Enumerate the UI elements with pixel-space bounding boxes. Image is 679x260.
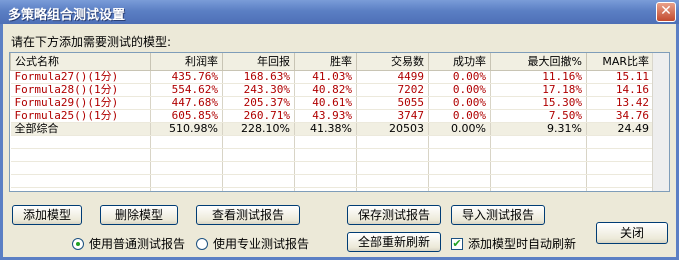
checkmark-icon: ✔ [451, 236, 463, 250]
cell-trades: 7202 [356, 83, 429, 97]
table-row[interactable]: Formula25()(1分) 605.85% 260.71% 43.93% 3… [10, 109, 654, 123]
normal-report-label: 使用普通测试报告 [89, 237, 186, 251]
model-table[interactable]: 公式名称 利润率 年回报 胜率 交易数 成功率 最大回撤% MAR比率 Form… [9, 52, 670, 192]
auto-refresh-label: 添加模型时自动刷新 [468, 237, 577, 251]
delete-model-button[interactable]: 删除模型 [100, 205, 178, 225]
radio-selected-icon [72, 237, 84, 250]
cell-drawdown: 11.16% [490, 70, 587, 84]
cell-annual: 243.30% [222, 83, 295, 97]
col-header-drawdown[interactable]: 最大回撤% [490, 53, 587, 71]
empty-row [10, 187, 654, 191]
cell-name: Formula29()(1分) [10, 96, 151, 110]
window-title: 多策略组合测试设置 [8, 8, 126, 23]
cell-annual: 260.71% [222, 109, 295, 123]
empty-row [10, 161, 654, 175]
cell-profit: 554.62% [150, 83, 223, 97]
cell-success: 0.00% [428, 122, 491, 136]
summary-row[interactable]: 全部综合 510.98% 228.10% 41.38% 20503 0.00% … [10, 122, 654, 136]
col-header-mar[interactable]: MAR比率 [586, 53, 654, 71]
cell-drawdown: 7.50% [490, 109, 587, 123]
cell-name: Formula27()(1分) [10, 70, 151, 84]
cell-mar: 14.16 [586, 83, 654, 97]
cell-success: 0.00% [428, 109, 491, 123]
cell-mar: 34.76 [586, 109, 654, 123]
col-header-success[interactable]: 成功率 [428, 53, 491, 71]
cell-profit: 447.68% [150, 96, 223, 110]
cell-success: 0.00% [428, 70, 491, 84]
close-button[interactable]: 关闭 [596, 222, 668, 244]
cell-mar: 15.11 [586, 70, 654, 84]
cell-profit: 510.98% [150, 122, 223, 136]
empty-row [10, 174, 654, 188]
cell-success: 0.00% [428, 96, 491, 110]
cell-annual: 228.10% [222, 122, 295, 136]
title-bar: 多策略组合测试设置 ✕ [0, 0, 679, 24]
cell-trades: 3747 [356, 109, 429, 123]
cell-drawdown: 9.31% [490, 122, 587, 136]
col-header-trades[interactable]: 交易数 [356, 53, 429, 71]
cell-winrate: 43.93% [294, 109, 357, 123]
empty-row [10, 148, 654, 162]
auto-refresh-checkbox[interactable]: ✔ 添加模型时自动刷新 [451, 235, 576, 252]
col-header-name[interactable]: 公式名称 [10, 53, 151, 71]
pro-report-radio[interactable]: 使用专业测试报告 [196, 235, 309, 252]
table-header: 公式名称 利润率 年回报 胜率 交易数 成功率 最大回撤% MAR比率 [10, 53, 654, 71]
table-row[interactable]: Formula28()(1分) 554.62% 243.30% 40.82% 7… [10, 83, 654, 97]
cell-drawdown: 15.30% [490, 96, 587, 110]
cell-name: Formula25()(1分) [10, 109, 151, 123]
add-model-button[interactable]: 添加模型 [12, 205, 82, 225]
view-report-button[interactable]: 查看测试报告 [196, 205, 300, 225]
save-report-button[interactable]: 保存测试报告 [347, 205, 441, 225]
cell-winrate: 41.03% [294, 70, 357, 84]
cell-winrate: 40.82% [294, 83, 357, 97]
cell-success: 0.00% [428, 83, 491, 97]
cell-trades: 20503 [356, 122, 429, 136]
cell-name: Formula28()(1分) [10, 83, 151, 97]
cell-trades: 5055 [356, 96, 429, 110]
col-header-winrate[interactable]: 胜率 [294, 53, 357, 71]
cell-profit: 435.76% [150, 70, 223, 84]
normal-report-radio[interactable]: 使用普通测试报告 [72, 235, 185, 252]
cell-annual: 205.37% [222, 96, 295, 110]
cell-mar: 24.49 [586, 122, 654, 136]
vertical-scrollbar[interactable] [652, 53, 669, 191]
cell-name: 全部综合 [10, 122, 151, 136]
import-report-button[interactable]: 导入测试报告 [451, 205, 545, 225]
radio-unselected-icon [196, 237, 208, 250]
cell-profit: 605.85% [150, 109, 223, 123]
col-header-annual[interactable]: 年回报 [222, 53, 295, 71]
table-row[interactable]: Formula27()(1分) 435.76% 168.63% 41.03% 4… [10, 70, 654, 84]
empty-row [10, 135, 654, 149]
cell-trades: 4499 [356, 70, 429, 84]
cell-drawdown: 17.18% [490, 83, 587, 97]
col-header-profit[interactable]: 利润率 [150, 53, 223, 71]
table-row[interactable]: Formula29()(1分) 447.68% 205.37% 40.61% 5… [10, 96, 654, 110]
refresh-all-button[interactable]: 全部重新刷新 [347, 232, 441, 252]
cell-mar: 13.42 [586, 96, 654, 110]
cell-winrate: 41.38% [294, 122, 357, 136]
cell-annual: 168.63% [222, 70, 295, 84]
pro-report-label: 使用专业测试报告 [213, 237, 310, 251]
cell-winrate: 40.61% [294, 96, 357, 110]
close-window-button[interactable]: ✕ [656, 2, 676, 22]
instruction-label: 请在下方添加需要测试的模型: [11, 35, 172, 49]
